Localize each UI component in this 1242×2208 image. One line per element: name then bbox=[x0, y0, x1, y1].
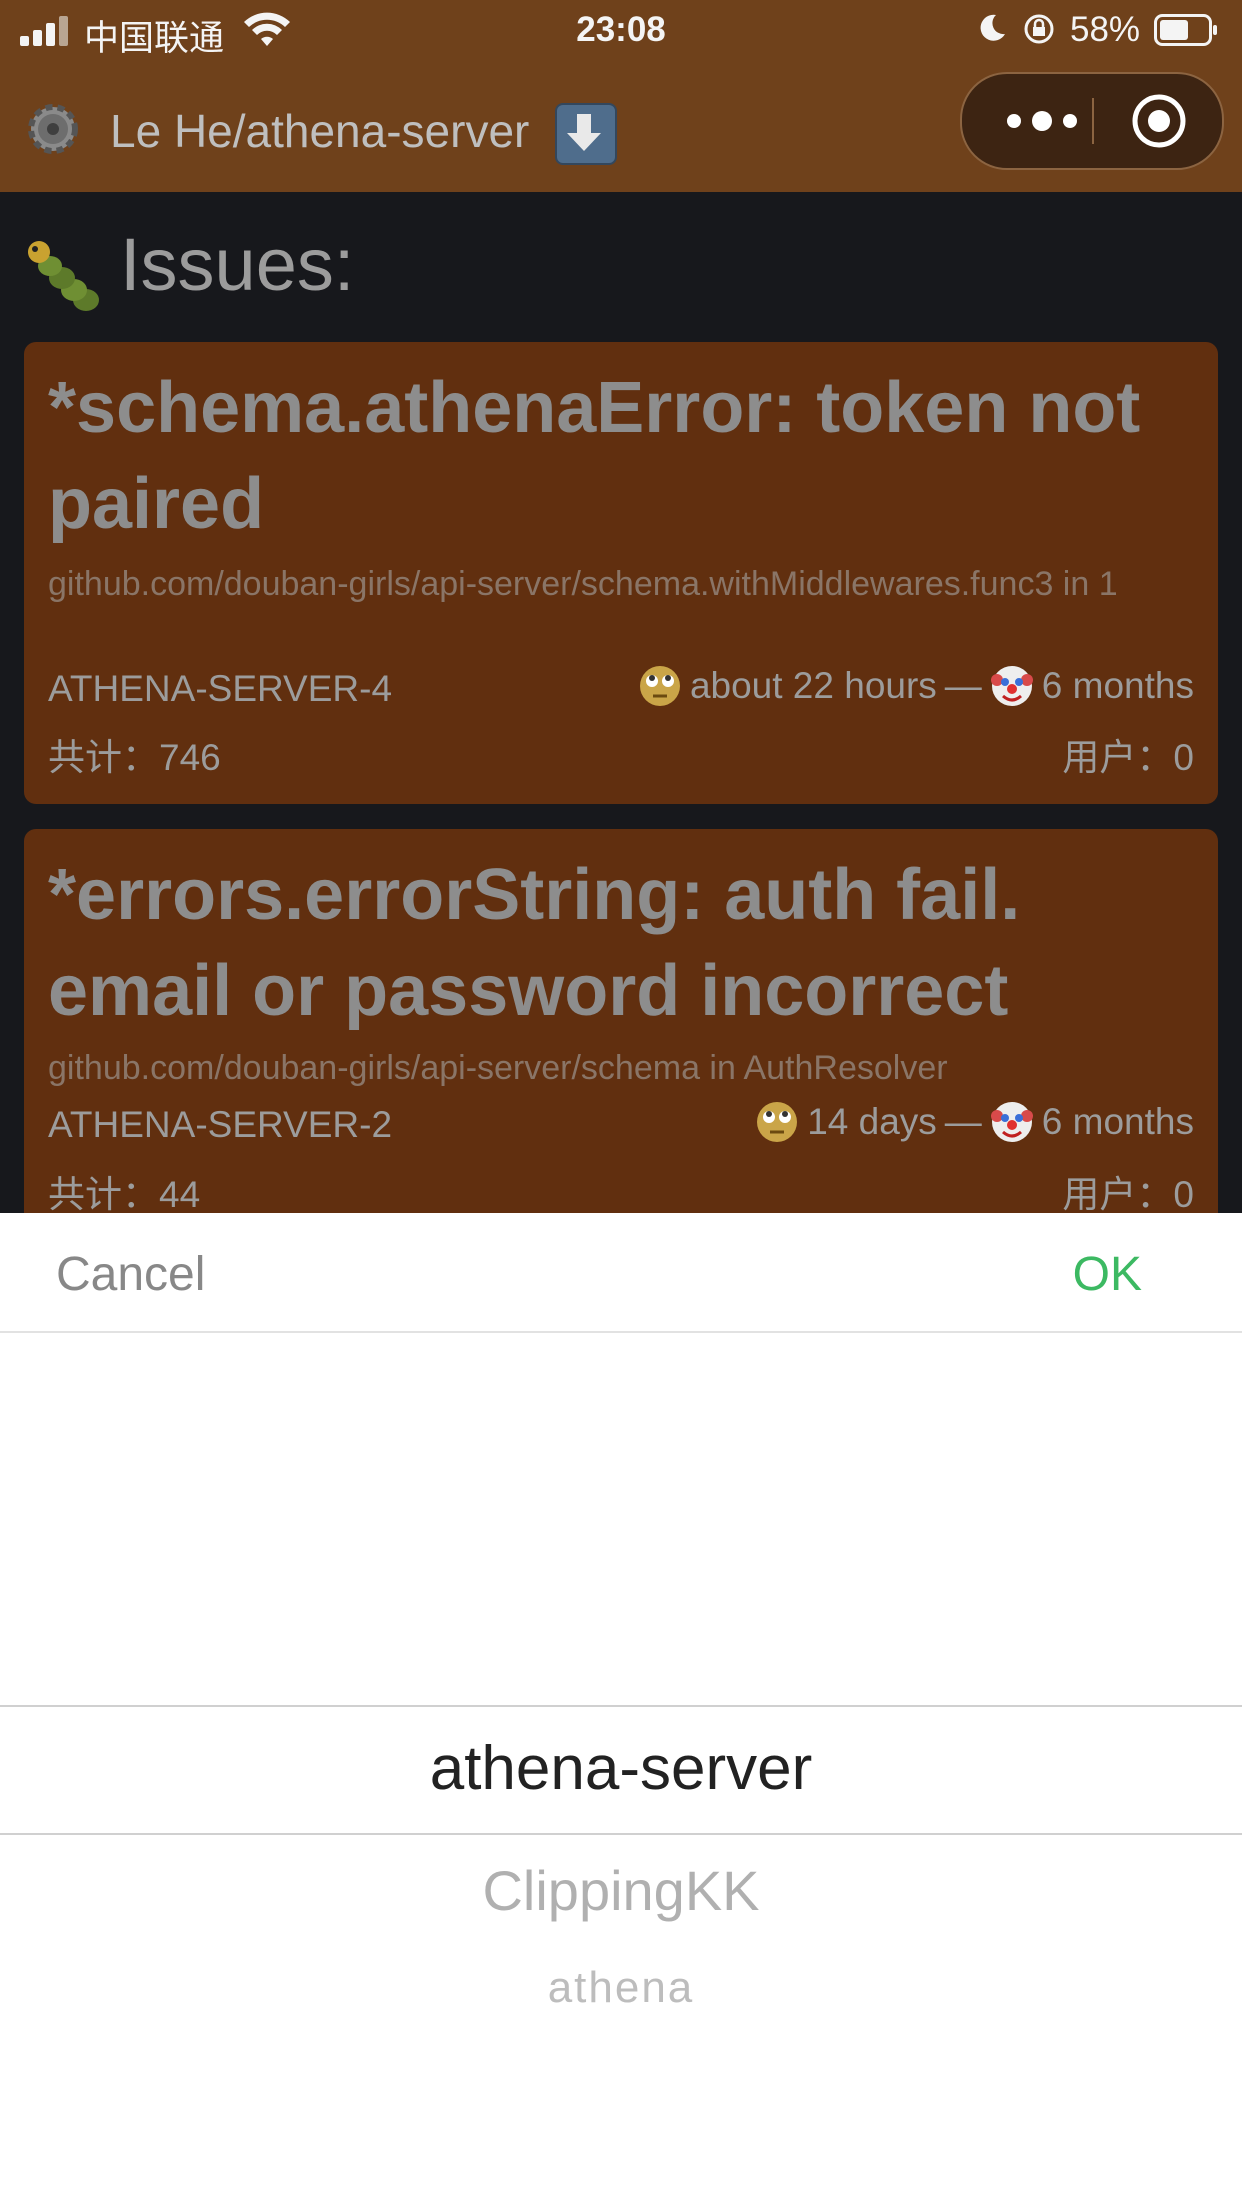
down-arrow-icon[interactable] bbox=[555, 103, 617, 165]
picker-option-selected[interactable]: athena-server bbox=[0, 1733, 1242, 1804]
issue-timing: about 22 hours — 6 months bbox=[638, 664, 1194, 708]
issue-title: *schema.athenaError: token not paired bbox=[48, 368, 1141, 544]
event-count: 共计：746 bbox=[48, 737, 221, 778]
ok-button[interactable]: OK bbox=[1073, 1247, 1142, 1302]
issue-id: ATHENA-SERVER-2 bbox=[48, 1104, 393, 1145]
issue-culprit: github.com/douban-girls/api-server/schem… bbox=[48, 1049, 948, 1087]
eye-roll-emoji-icon bbox=[639, 666, 680, 706]
page-title: Le He/athena-server bbox=[110, 105, 530, 157]
more-icon[interactable] bbox=[1002, 74, 1082, 168]
clown-emoji-icon bbox=[990, 1102, 1033, 1142]
rotation-lock-icon bbox=[1024, 14, 1054, 44]
picker-option[interactable]: ClippingKK bbox=[0, 1858, 1242, 1923]
gear-icon bbox=[28, 104, 78, 154]
target-icon[interactable] bbox=[1130, 92, 1188, 150]
user-count: 用户：0 bbox=[1062, 1174, 1194, 1215]
selection-indicator-bottom bbox=[0, 1833, 1242, 1835]
picker-sheet: Cancel OK athena-server ClippingKK athen… bbox=[0, 1213, 1242, 2208]
issue-culprit: github.com/douban-girls/api-server/schem… bbox=[48, 565, 1118, 603]
issue-card[interactable]: *schema.athenaError: token not paired gi… bbox=[24, 342, 1218, 804]
capsule-divider bbox=[1092, 98, 1094, 144]
battery-icon bbox=[1154, 14, 1217, 46]
clown-emoji-icon bbox=[990, 666, 1033, 706]
issue-title: *errors.errorString: auth fail. email or… bbox=[48, 855, 1021, 1031]
picker-toolbar: Cancel OK bbox=[0, 1213, 1242, 1333]
event-count: 共计：44 bbox=[48, 1174, 201, 1215]
user-count: 用户：0 bbox=[1062, 737, 1194, 778]
picker-option[interactable]: athena bbox=[0, 1963, 1242, 2013]
time-separator: — bbox=[944, 665, 982, 706]
status-bar: 中国联通 23:08 58% bbox=[0, 0, 1242, 62]
battery-percent: 58% bbox=[1070, 10, 1141, 49]
issue-timing: 14 days — 6 months bbox=[755, 1100, 1194, 1144]
cancel-button[interactable]: Cancel bbox=[56, 1247, 205, 1302]
moon-icon bbox=[980, 14, 1005, 41]
eye-roll-emoji-icon bbox=[757, 1102, 798, 1142]
top-bar: 中国联通 23:08 58% Le He/athena-server bbox=[0, 0, 1242, 192]
first-seen: 6 months bbox=[1041, 665, 1194, 706]
time-separator: — bbox=[944, 1101, 982, 1142]
mini-program-capsule bbox=[960, 72, 1224, 170]
last-seen: 14 days bbox=[807, 1101, 937, 1142]
caterpillar-icon bbox=[28, 241, 99, 311]
first-seen: 6 months bbox=[1041, 1101, 1194, 1142]
last-seen: about 22 hours bbox=[689, 665, 937, 706]
selection-indicator-top bbox=[0, 1705, 1242, 1707]
issue-id: ATHENA-SERVER-4 bbox=[48, 668, 393, 709]
section-title: Issues: bbox=[120, 223, 355, 306]
